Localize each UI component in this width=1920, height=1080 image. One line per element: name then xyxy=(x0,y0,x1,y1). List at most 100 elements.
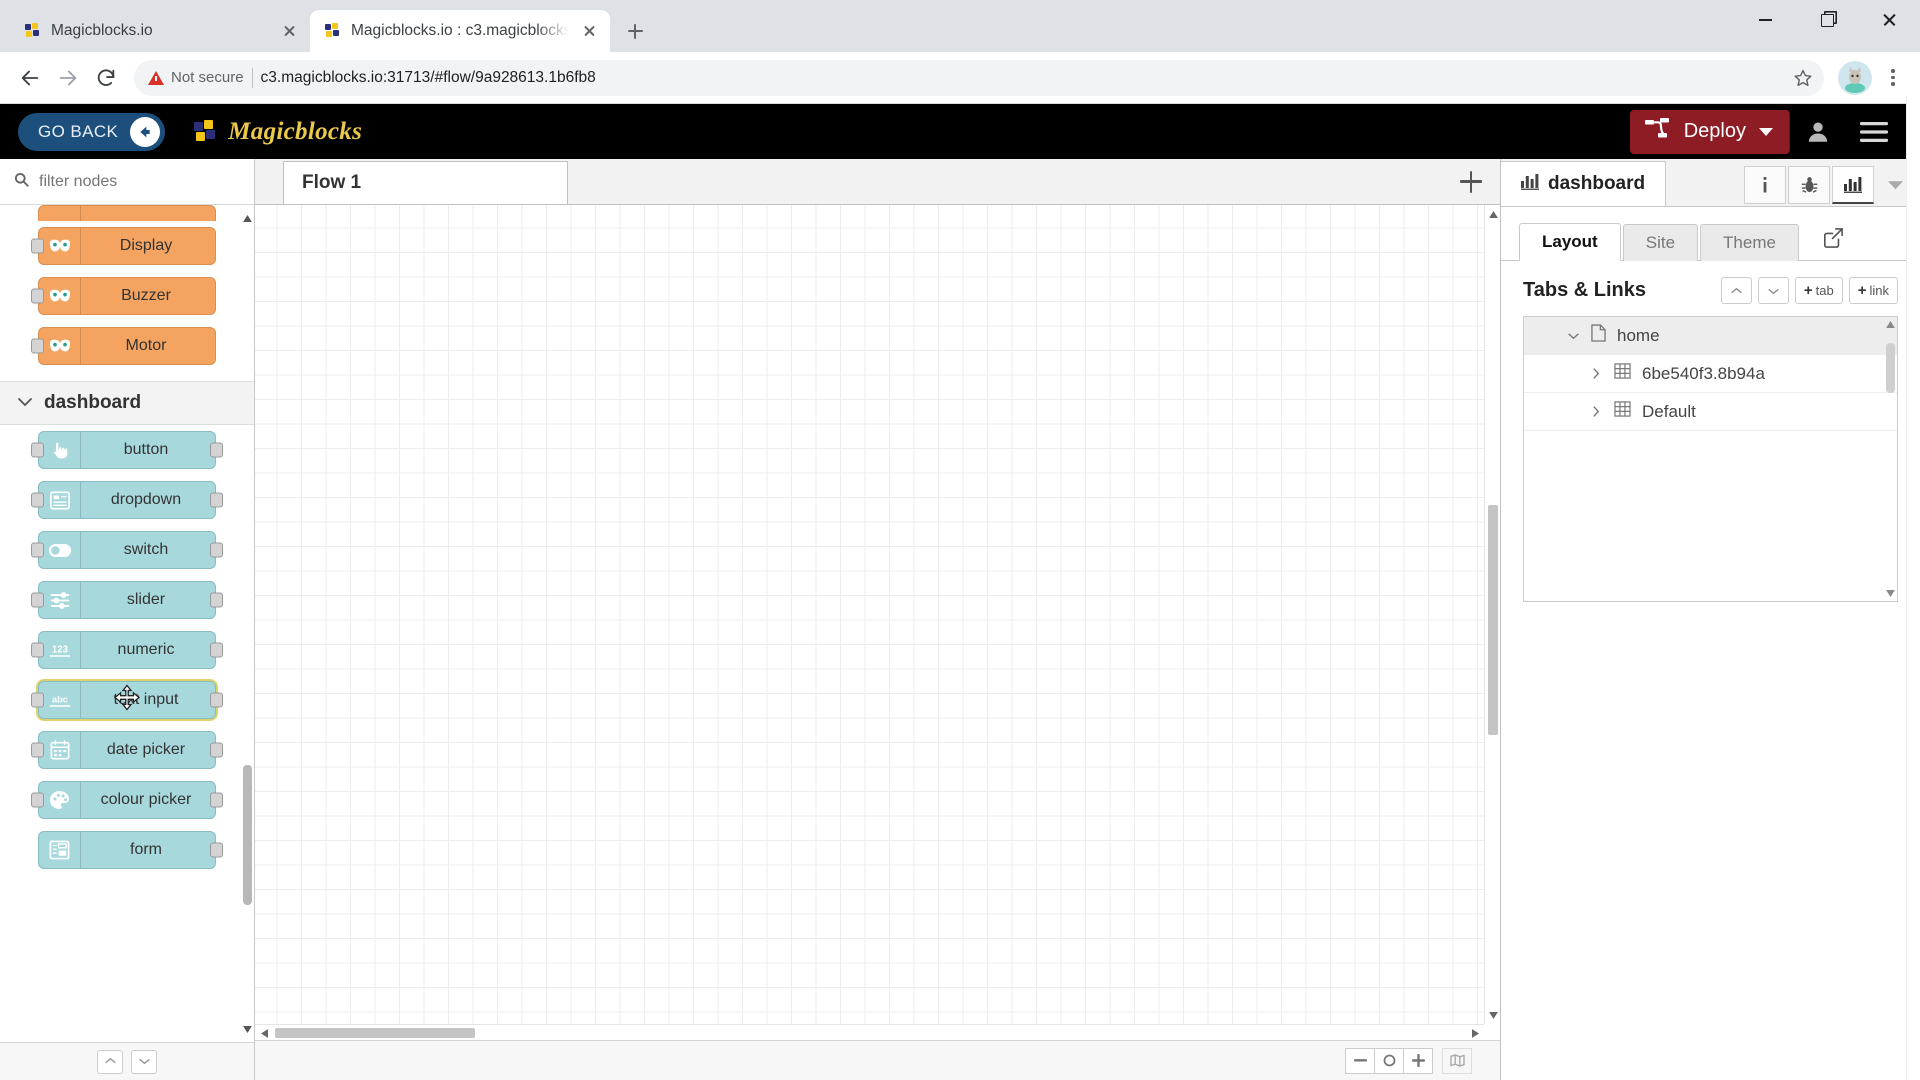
expand-all-button[interactable] xyxy=(131,1049,157,1074)
output-port[interactable] xyxy=(210,692,223,708)
input-port[interactable] xyxy=(31,742,44,758)
kebab-menu-icon[interactable] xyxy=(1878,61,1908,95)
scrollbar-thumb[interactable] xyxy=(1488,505,1498,735)
chevron-right-icon[interactable] xyxy=(1589,368,1603,379)
deploy-button[interactable]: Deploy xyxy=(1629,109,1790,154)
info-icon[interactable] xyxy=(1744,165,1786,204)
input-port[interactable] xyxy=(31,592,44,608)
tree-row-default[interactable]: Default xyxy=(1524,393,1897,431)
debug-bug-icon[interactable] xyxy=(1788,165,1830,204)
add-link-button[interactable]: + link xyxy=(1848,277,1898,304)
palette-node-slider[interactable]: slider xyxy=(31,581,223,619)
reload-icon[interactable] xyxy=(88,60,124,96)
add-tab-button[interactable]: + tab xyxy=(1794,277,1843,304)
palette-node-form[interactable]: form xyxy=(38,831,223,869)
new-tab-button[interactable] xyxy=(618,14,652,48)
output-port[interactable] xyxy=(210,592,223,608)
input-port[interactable] xyxy=(31,642,44,658)
chevron-down-icon[interactable] xyxy=(1759,127,1773,136)
search-input[interactable] xyxy=(39,172,240,191)
input-port[interactable] xyxy=(31,792,44,808)
tree-row-home[interactable]: home xyxy=(1524,317,1897,355)
zoom-reset-button[interactable] xyxy=(1374,1047,1404,1074)
external-link-icon[interactable] xyxy=(1819,224,1847,252)
output-port[interactable] xyxy=(210,442,223,458)
scroll-left-arrow-icon[interactable] xyxy=(257,1025,271,1040)
palette-node-dropdown[interactable]: dropdown xyxy=(31,481,223,519)
output-port[interactable] xyxy=(210,642,223,658)
input-port[interactable] xyxy=(31,692,44,708)
input-port[interactable] xyxy=(31,542,44,558)
profile-avatar-icon[interactable] xyxy=(1838,60,1872,95)
palette-node-buzzer[interactable]: Buzzer xyxy=(31,277,216,315)
zoom-out-button[interactable] xyxy=(1345,1047,1375,1074)
palette-node-text-input[interactable]: abc text input xyxy=(31,681,223,719)
output-port[interactable] xyxy=(210,792,223,808)
add-flow-button[interactable] xyxy=(1442,159,1500,204)
palette-node-numeric[interactable]: 123 numeric xyxy=(31,631,223,669)
output-port[interactable] xyxy=(210,742,223,758)
address-bar[interactable]: Not secure c3.magicblocks.io:31713/#flow… xyxy=(134,59,1824,96)
collapse-all-button[interactable] xyxy=(97,1049,123,1074)
tabs-links-tree[interactable]: home 6be540f3.8b94a Default xyxy=(1523,316,1898,602)
zoom-in-button[interactable] xyxy=(1403,1047,1433,1074)
sidebar-tab-dashboard[interactable]: dashboard xyxy=(1501,161,1667,206)
go-back-button[interactable]: GO BACK xyxy=(18,112,166,151)
tree-row-6be540f3[interactable]: 6be540f3.8b94a xyxy=(1524,355,1897,393)
browser-tab-1[interactable]: Magicblocks.io xyxy=(10,10,310,52)
canvas-vertical-scrollbar[interactable] xyxy=(1484,205,1500,1024)
star-icon[interactable] xyxy=(1788,63,1818,93)
input-port[interactable] xyxy=(31,338,44,354)
palette-node-colour-picker[interactable]: colour picker xyxy=(31,781,223,819)
maximize-restore-button[interactable] xyxy=(1796,0,1858,40)
move-down-button[interactable] xyxy=(1757,277,1789,304)
back-arrow-icon[interactable] xyxy=(12,60,48,96)
node-partial-cut-off[interactable] xyxy=(38,205,216,221)
dashboard-chart-icon[interactable] xyxy=(1832,165,1874,204)
browser-tab-2[interactable]: Magicblocks.io : c3.magicblocks.i xyxy=(310,10,610,52)
palette-node-display[interactable]: Display xyxy=(31,227,216,265)
scroll-up-arrow-icon[interactable] xyxy=(1885,321,1895,328)
move-up-button[interactable] xyxy=(1720,277,1752,304)
user-icon[interactable] xyxy=(1790,110,1846,154)
input-port[interactable] xyxy=(31,442,44,458)
close-icon[interactable] xyxy=(278,20,300,42)
scroll-down-arrow-icon[interactable] xyxy=(242,1022,252,1036)
minimize-button[interactable] xyxy=(1734,0,1796,40)
output-port[interactable] xyxy=(210,542,223,558)
tab-layout[interactable]: Layout xyxy=(1519,223,1621,261)
not-secure-indicator[interactable]: Not secure xyxy=(148,69,244,86)
close-icon[interactable] xyxy=(578,20,600,42)
scrollbar-thumb[interactable] xyxy=(1886,343,1895,393)
flow-canvas[interactable] xyxy=(255,205,1484,1024)
input-port[interactable] xyxy=(31,492,44,508)
tree-scrollbar[interactable] xyxy=(1885,321,1895,597)
scroll-down-arrow-icon[interactable] xyxy=(1485,1008,1500,1022)
filter-nodes-box[interactable] xyxy=(0,159,254,205)
tab-theme[interactable]: Theme xyxy=(1700,224,1799,261)
chevron-right-icon[interactable] xyxy=(1589,406,1603,417)
input-port[interactable] xyxy=(31,238,44,254)
palette-category-dashboard[interactable]: dashboard xyxy=(0,381,254,425)
scrollbar-thumb[interactable] xyxy=(275,1028,475,1038)
palette-node-switch[interactable]: switch xyxy=(31,531,223,569)
tab-site[interactable]: Site xyxy=(1622,224,1699,261)
palette-node-date-picker[interactable]: date picker xyxy=(31,731,223,769)
input-port[interactable] xyxy=(31,288,44,304)
palette-node-button[interactable]: button xyxy=(31,431,223,469)
forward-arrow-icon[interactable] xyxy=(50,60,86,96)
scroll-right-arrow-icon[interactable] xyxy=(1468,1025,1482,1040)
flow-tab-flow-1[interactable]: Flow 1 xyxy=(283,161,568,204)
palette-scroll-area[interactable]: Display Buzzer Motor dashboard button dr… xyxy=(0,205,254,1042)
chevron-down-icon[interactable] xyxy=(1566,332,1580,340)
scroll-up-arrow-icon[interactable] xyxy=(242,211,252,225)
sidebar-scrollbar[interactable] xyxy=(1906,96,1920,1080)
canvas-horizontal-scrollbar[interactable] xyxy=(255,1024,1484,1040)
scroll-up-arrow-icon[interactable] xyxy=(1485,207,1500,221)
output-port[interactable] xyxy=(210,842,223,858)
palette-node-motor[interactable]: Motor xyxy=(31,327,216,365)
palette-scrollbar[interactable] xyxy=(242,205,252,1042)
hamburger-menu-icon[interactable] xyxy=(1846,110,1902,154)
navigator-map-button[interactable] xyxy=(1442,1047,1472,1074)
output-port[interactable] xyxy=(210,492,223,508)
